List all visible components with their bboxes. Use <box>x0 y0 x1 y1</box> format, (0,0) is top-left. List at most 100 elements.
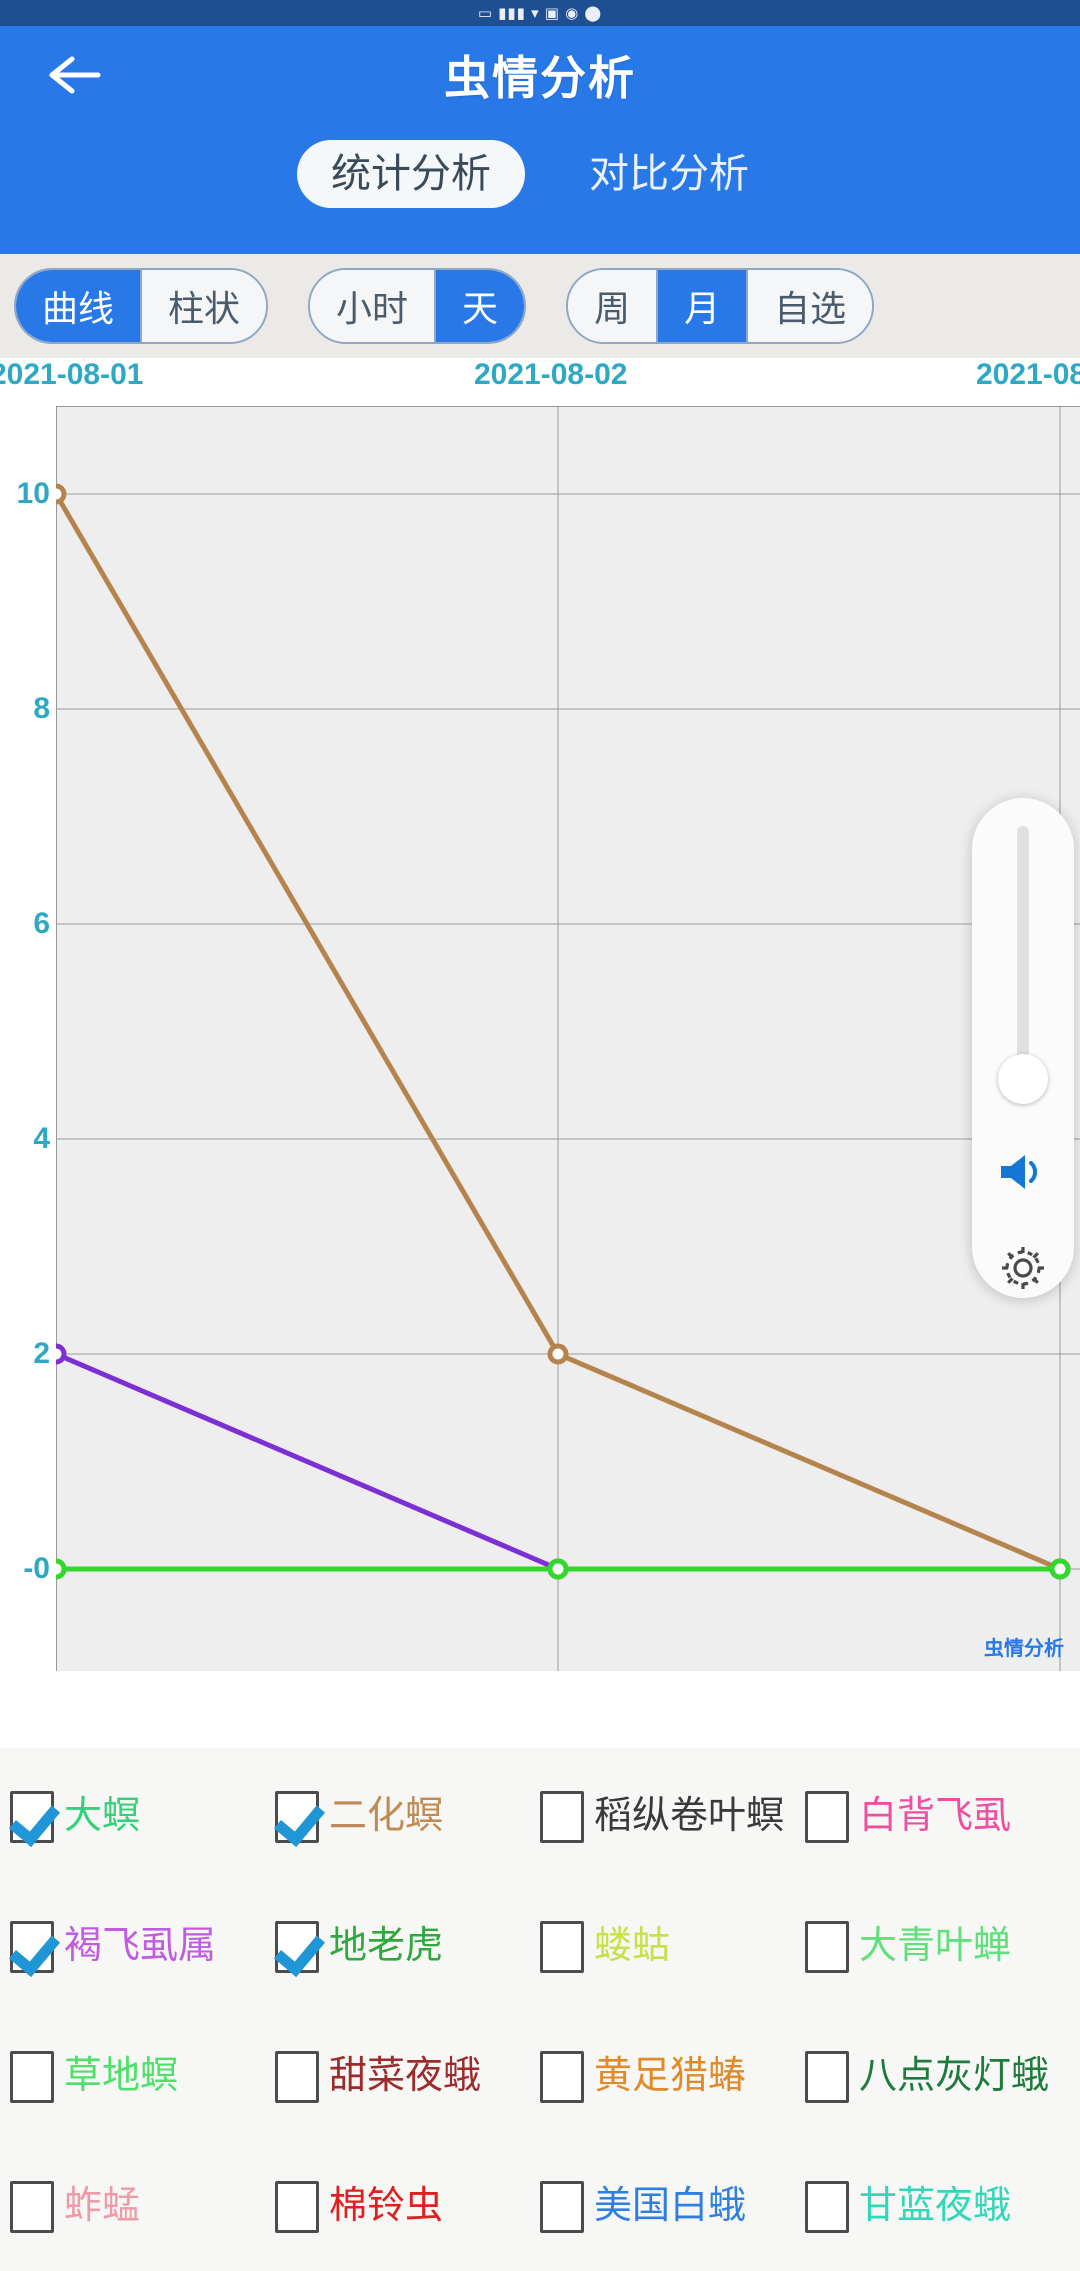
legend-row: 蚱蜢 棉铃虫 美国白蛾 甘蓝夜蛾 <box>10 2142 1070 2271</box>
y-tick-label-4: 4 <box>33 1122 50 1155</box>
legend-item-4[interactable]: 褐飞虱属 <box>10 1921 275 1973</box>
legend-label-4: 褐飞虱属 <box>64 1925 217 1968</box>
legend-row: 草地螟 甜菜夜蛾 黄足猎蝽 八点灰灯蛾 <box>10 2012 1070 2142</box>
tab-statistical-analysis[interactable]: 统计分析 <box>297 140 525 208</box>
legend-checkbox-13[interactable] <box>275 2181 319 2233</box>
legend-label-2: 稻纵卷叶螟 <box>594 1795 785 1838</box>
legend-item-3[interactable]: 白背飞虱 <box>805 1791 1070 1843</box>
legend-label-14: 美国白蛾 <box>594 2185 747 2228</box>
legend-item-5[interactable]: 地老虎 <box>275 1921 540 1973</box>
legend-label-0: 大螟 <box>64 1795 141 1838</box>
y-tick-label-6: 6 <box>33 907 50 940</box>
chart-area: 2021-08-01 2021-08-02 2021-08 10 8 6 4 2… <box>0 358 1080 1723</box>
legend-item-8[interactable]: 草地螟 <box>10 2051 275 2103</box>
legend-checkbox-6[interactable] <box>540 1921 584 1973</box>
legend-item-13[interactable]: 棉铃虫 <box>275 2181 540 2233</box>
legend-label-3: 白背飞虱 <box>859 1795 1012 1838</box>
legend-item-0[interactable]: 大螟 <box>10 1791 275 1843</box>
segment-week[interactable]: 周 <box>568 270 657 342</box>
segment-bar[interactable]: 柱状 <box>140 270 267 342</box>
legend-item-1[interactable]: 二化螟 <box>275 1791 540 1843</box>
legend-checkbox-12[interactable] <box>10 2181 54 2233</box>
legend-checkbox-8[interactable] <box>10 2051 54 2103</box>
chart-series-layer <box>56 483 1071 1580</box>
legend-checkbox-4[interactable] <box>10 1921 54 1973</box>
series-point-3-1[interactable] <box>547 1558 569 1580</box>
series-point-1-0[interactable] <box>56 1343 67 1365</box>
segment-custom[interactable]: 自选 <box>746 270 873 342</box>
legend-checkbox-9[interactable] <box>275 2051 319 2103</box>
legend-item-2[interactable]: 稻纵卷叶螟 <box>540 1791 805 1843</box>
species-legend: 大螟 二化螟 稻纵卷叶螟 白背飞虱 褐飞虱属 地老虎 蝼蛄 大青叶蝉 草地螟 甜… <box>0 1748 1080 2271</box>
legend-label-5: 地老虎 <box>329 1925 444 1968</box>
legend-checkbox-7[interactable] <box>805 1921 849 1973</box>
legend-checkbox-5[interactable] <box>275 1921 319 1973</box>
status-bar: ▭ ▮▮▮ ▾ ▣ ◉ ⬤ <box>0 0 1080 26</box>
legend-label-6: 蝼蛄 <box>594 1925 671 1968</box>
legend-item-9[interactable]: 甜菜夜蛾 <box>275 2051 540 2103</box>
plot-canvas[interactable]: 虫情分析 <box>56 406 1080 1671</box>
legend-label-15: 甘蓝夜蛾 <box>859 2185 1012 2228</box>
legend-checkbox-14[interactable] <box>540 2181 584 2233</box>
legend-item-14[interactable]: 美国白蛾 <box>540 2181 805 2233</box>
x-tick-label-2: 2021-08 <box>976 358 1080 391</box>
y-axis-labels: 10 8 6 4 2 -0 <box>0 406 56 1671</box>
legend-checkbox-0[interactable] <box>10 1791 54 1843</box>
legend-item-11[interactable]: 八点灰灯蛾 <box>805 2051 1070 2103</box>
legend-checkbox-1[interactable] <box>275 1791 319 1843</box>
y-tick-label-0: -0 <box>23 1552 50 1585</box>
legend-item-15[interactable]: 甘蓝夜蛾 <box>805 2181 1070 2233</box>
series-point-3-2[interactable] <box>1049 1558 1071 1580</box>
legend-row: 褐飞虱属 地老虎 蝼蛄 大青叶蝉 <box>10 1882 1070 2012</box>
filter-bar: 曲线 柱状 小时 天 周 月 自选 <box>0 254 1080 358</box>
back-arrow-icon[interactable] <box>46 53 102 97</box>
volume-control-panel[interactable] <box>972 798 1074 1298</box>
tab-comparative-analysis[interactable]: 对比分析 <box>555 140 783 208</box>
legend-label-9: 甜菜夜蛾 <box>329 2055 482 2098</box>
volume-slider-thumb[interactable] <box>998 1054 1048 1104</box>
speaker-svg <box>1001 1155 1038 1189</box>
legend-item-6[interactable]: 蝼蛄 <box>540 1921 805 1973</box>
chart-svg <box>56 406 1080 1671</box>
range-segmented-control: 周 月 自选 <box>566 268 875 344</box>
gear-svg <box>1002 1247 1044 1289</box>
legend-item-10[interactable]: 黄足猎蝽 <box>540 2051 805 2103</box>
y-tick-label-8: 8 <box>33 692 50 725</box>
segment-hour[interactable]: 小时 <box>310 270 435 342</box>
volume-speaker-icon[interactable] <box>997 1150 1049 1199</box>
segment-month[interactable]: 月 <box>656 270 747 342</box>
series-point-0-1[interactable] <box>547 1343 569 1365</box>
chart-watermark: 虫情分析 <box>984 1638 1064 1660</box>
x-tick-label-1: 2021-08-02 <box>474 358 628 391</box>
y-tick-label-2: 2 <box>33 1337 50 1370</box>
settings-gear-icon[interactable] <box>998 1243 1048 1298</box>
legend-label-10: 黄足猎蝽 <box>594 2055 747 2098</box>
status-bar-icons: ▭ ▮▮▮ ▾ ▣ ◉ ⬤ <box>477 4 603 22</box>
x-axis-labels: 2021-08-01 2021-08-02 2021-08 <box>0 358 1080 406</box>
legend-label-12: 蚱蜢 <box>64 2185 141 2228</box>
y-tick-label-10: 10 <box>16 477 50 510</box>
legend-checkbox-15[interactable] <box>805 2181 849 2233</box>
legend-checkbox-2[interactable] <box>540 1791 584 1843</box>
legend-row: 大螟 二化螟 稻纵卷叶螟 白背飞虱 <box>10 1752 1070 1882</box>
volume-slider-track[interactable] <box>998 826 1048 1104</box>
x-tick-label-0: 2021-08-01 <box>0 358 144 391</box>
legend-label-1: 二化螟 <box>329 1795 444 1838</box>
legend-checkbox-11[interactable] <box>805 2051 849 2103</box>
legend-checkbox-10[interactable] <box>540 2051 584 2103</box>
series-point-3-0[interactable] <box>56 1558 67 1580</box>
gridlines <box>56 406 1080 1671</box>
segment-curve[interactable]: 曲线 <box>16 270 141 342</box>
analysis-tabbar: 统计分析 对比分析 <box>0 124 1080 254</box>
back-arrow-svg <box>49 56 101 94</box>
legend-item-12[interactable]: 蚱蜢 <box>10 2181 275 2233</box>
page-header: 虫情分析 <box>0 26 1080 124</box>
legend-label-13: 棉铃虫 <box>329 2185 444 2228</box>
page-title: 虫情分析 <box>444 52 636 104</box>
granularity-segmented-control: 小时 天 <box>308 268 527 344</box>
segment-day[interactable]: 天 <box>434 270 525 342</box>
series-point-0-0[interactable] <box>56 483 67 505</box>
chart-type-segmented-control: 曲线 柱状 <box>14 268 269 344</box>
legend-item-7[interactable]: 大青叶蝉 <box>805 1921 1070 1973</box>
legend-checkbox-3[interactable] <box>805 1791 849 1843</box>
